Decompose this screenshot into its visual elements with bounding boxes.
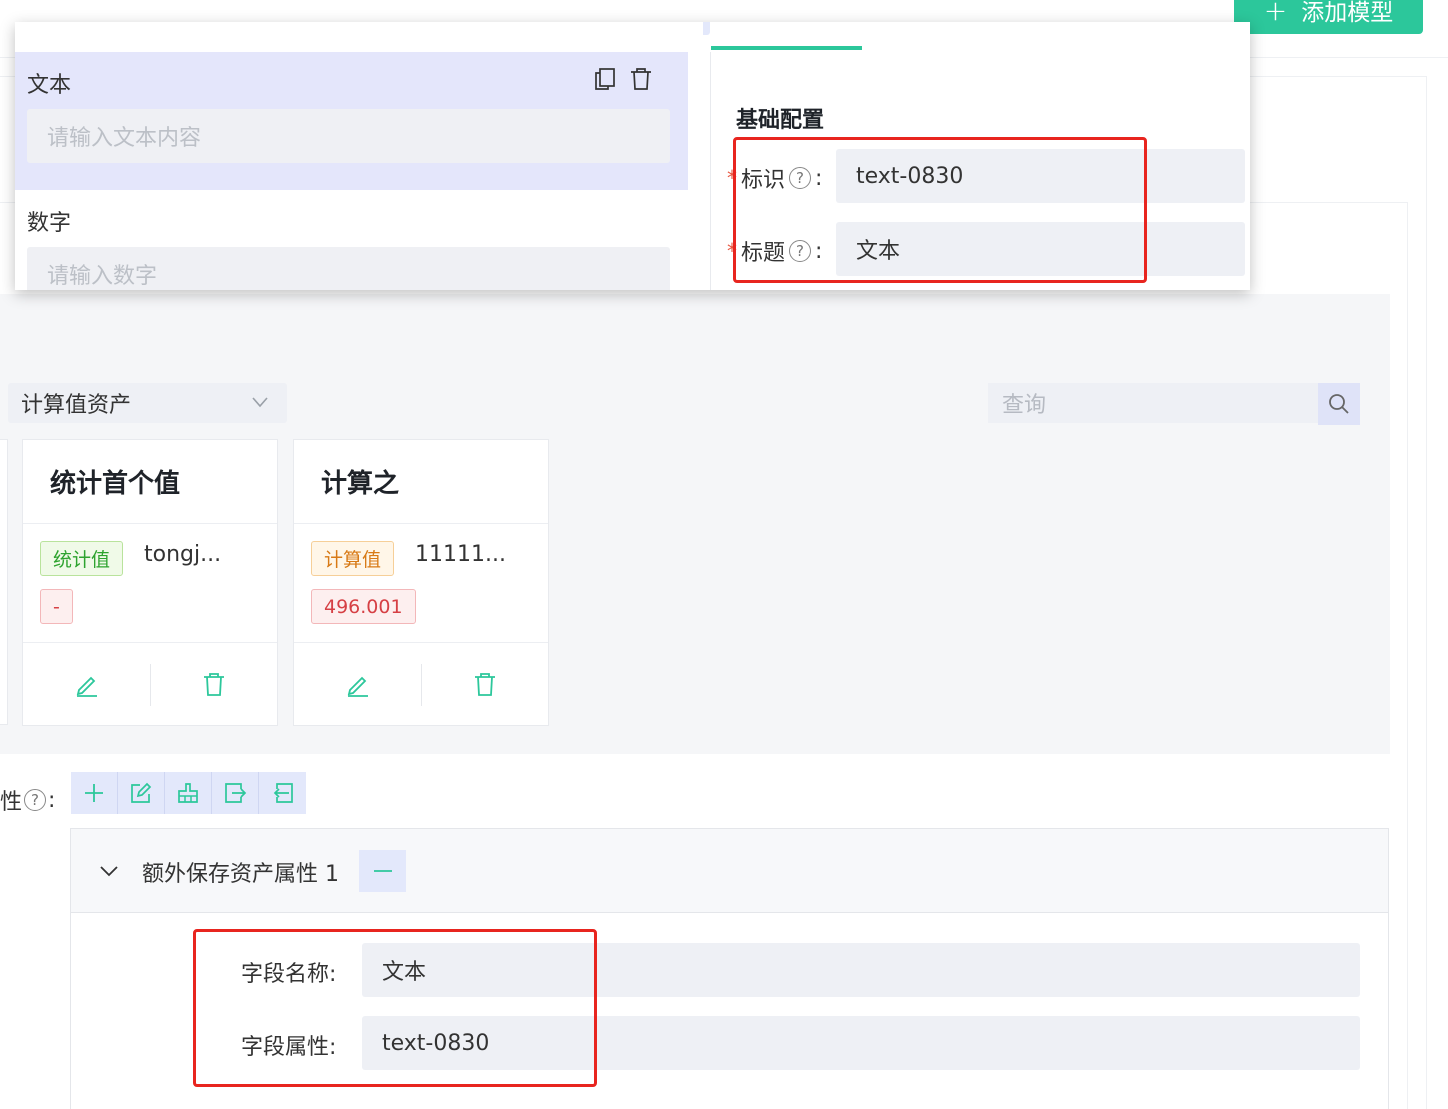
edit-icon <box>76 676 97 697</box>
edit-attribute-button[interactable] <box>118 772 165 814</box>
divider <box>421 664 422 706</box>
card-body: 统计值 tongj... - <box>23 524 277 643</box>
card-title: 计算之 <box>294 440 548 524</box>
attribute-group-title: 额外保存资产属性 1 <box>142 862 339 887</box>
search-placeholder: 查询 <box>1002 393 1047 418</box>
import-icon <box>273 783 293 803</box>
card-value: 11111... <box>415 542 506 567</box>
card-body: 计算值 11111... 496.001 <box>294 524 548 643</box>
delete-button[interactable] <box>421 670 548 698</box>
card-title: 统计首个值 <box>23 440 277 524</box>
asset-card[interactable]: 统计首个值 统计值 tongj... - <box>22 439 278 726</box>
edit-icon <box>131 782 152 803</box>
attributes-label-colon: : <box>48 787 56 813</box>
asset-type-select-value: 计算值资产 <box>21 393 132 418</box>
trash-icon[interactable] <box>628 66 654 96</box>
add-model-button[interactable]: + 添加模型 <box>1234 0 1423 34</box>
partial-card <box>0 439 8 725</box>
edit-button[interactable] <box>23 670 150 698</box>
copy-icon[interactable] <box>592 66 618 96</box>
trash-icon <box>474 673 495 696</box>
panel-divider <box>695 52 711 290</box>
form-designer-popup: 文本 请输入文本内容 数字 请输入数字 基础配置 * 标识 ?: text-08… <box>15 22 1250 290</box>
active-tab-indicator[interactable] <box>711 46 862 50</box>
number-input-placeholder: 请输入数字 <box>47 264 158 289</box>
form-item-label: 数字 <box>27 211 72 236</box>
search-icon <box>1329 394 1349 414</box>
trash-icon <box>203 673 224 696</box>
asset-card[interactable]: 计算之 计算值 11111... 496.001 <box>293 439 549 726</box>
edit-icon <box>347 676 368 697</box>
clean-attribute-button[interactable] <box>165 772 212 814</box>
text-input[interactable]: 请输入文本内容 <box>27 109 670 163</box>
plus-icon <box>85 784 103 802</box>
clean-icon <box>178 783 198 803</box>
highlight-box <box>733 137 1147 283</box>
add-attribute-button[interactable] <box>71 772 118 814</box>
card-actions <box>23 643 277 725</box>
search-input[interactable]: 查询 <box>988 383 1318 423</box>
delete-button[interactable] <box>150 670 277 698</box>
export-attribute-button[interactable] <box>212 772 259 814</box>
form-item-label: 文本 <box>27 73 72 98</box>
card-actions <box>294 643 548 725</box>
search-button[interactable] <box>1318 383 1360 425</box>
remove-group-button[interactable] <box>359 850 406 892</box>
plus-icon: + <box>1263 0 1288 27</box>
number-input[interactable]: 请输入数字 <box>27 247 670 290</box>
import-attribute-button[interactable] <box>259 772 306 814</box>
edit-button[interactable] <box>294 670 421 698</box>
attributes-label-text: 性 <box>0 790 23 815</box>
value-badge: 496.001 <box>311 589 416 624</box>
asset-type-select[interactable]: 计算值资产 <box>8 383 287 423</box>
attributes-label: 性 ? : <box>0 784 55 816</box>
card-value: tongj... <box>144 542 222 567</box>
section-title: 基础配置 <box>736 108 825 133</box>
help-icon[interactable]: ? <box>24 789 47 811</box>
add-model-label: 添加模型 <box>1301 0 1394 26</box>
tag-statistic: 统计值 <box>40 541 124 576</box>
export-icon <box>225 783 247 803</box>
tag-calculated: 计算值 <box>311 541 395 576</box>
value-badge: - <box>40 589 73 624</box>
divider <box>150 664 151 706</box>
minus-icon <box>373 870 392 872</box>
text-input-placeholder: 请输入文本内容 <box>47 126 202 151</box>
chevron-down-icon[interactable] <box>98 860 120 882</box>
chevron-down-icon <box>252 397 268 408</box>
attribute-toolbar <box>71 772 306 814</box>
highlight-box <box>193 929 597 1087</box>
